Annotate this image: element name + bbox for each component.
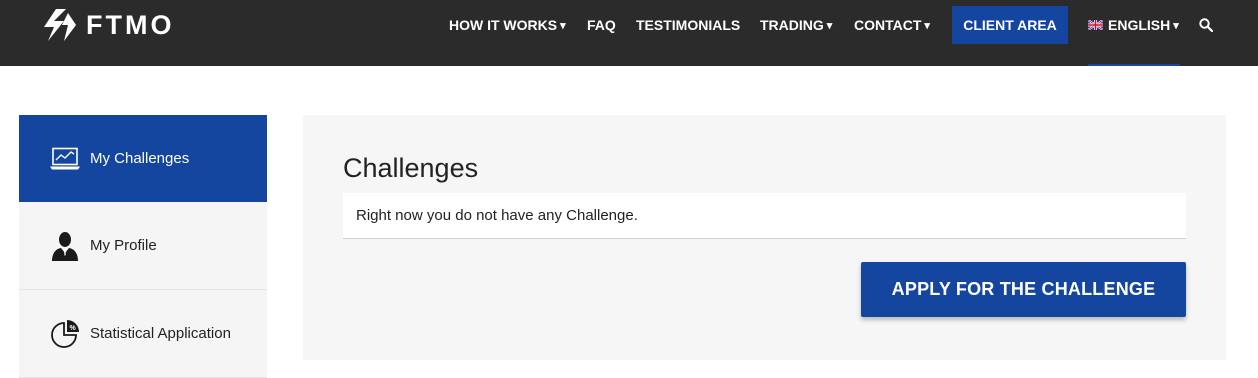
chevron-down-icon: ▾ xyxy=(924,19,930,32)
search-button[interactable] xyxy=(1199,6,1213,44)
apply-for-challenge-button[interactable]: APPLY FOR THE CHALLENGE xyxy=(861,262,1186,317)
user-icon xyxy=(49,230,81,262)
sidebar-item-my-profile[interactable]: My Profile xyxy=(19,202,267,290)
sidebar-item-statistical-application[interactable]: % Statistical Application xyxy=(19,290,267,378)
nav-testimonials-label: TESTIMONIALS xyxy=(636,17,741,33)
language-active-underline xyxy=(1088,64,1180,66)
nav-how-it-works-label: HOW IT WORKS xyxy=(449,17,558,33)
language-label: ENGLISH xyxy=(1108,17,1171,33)
nav-how-it-works[interactable]: HOW IT WORKS ▾ xyxy=(449,6,566,44)
sidebar-item-label: My Challenges xyxy=(90,150,190,167)
nav-contact-label: CONTACT xyxy=(854,17,922,33)
nav-trading-label: TRADING xyxy=(760,17,824,33)
pie-chart-icon: % xyxy=(49,318,81,350)
challenges-panel: Challenges Right now you do not have any… xyxy=(303,115,1226,360)
chevron-down-icon: ▾ xyxy=(826,19,833,32)
nav-testimonials[interactable]: TESTIMONIALS xyxy=(636,6,740,44)
language-selector[interactable]: ENGLISH ▾ xyxy=(1088,6,1179,44)
sidebar-item-label: Statistical Application xyxy=(90,325,231,342)
logo-text: FTMO xyxy=(86,9,175,40)
nav-trading[interactable]: TRADING ▾ xyxy=(760,6,832,44)
svg-text:%: % xyxy=(70,325,77,332)
client-area-button[interactable]: CLIENT AREA xyxy=(952,6,1068,44)
nav-faq[interactable]: FAQ xyxy=(587,6,616,44)
sidebar-item-my-challenges[interactable]: My Challenges xyxy=(19,115,267,202)
page-title: Challenges xyxy=(343,153,479,183)
sidebar-item-label: My Profile xyxy=(90,237,157,254)
nav-contact[interactable]: CONTACT ▾ xyxy=(854,6,930,44)
search-icon xyxy=(1199,18,1213,32)
nav-faq-label: FAQ xyxy=(587,17,616,33)
chevron-down-icon: ▾ xyxy=(1173,19,1179,32)
ftmo-logo-icon xyxy=(44,9,76,41)
no-challenge-notice: Right now you do not have any Challenge. xyxy=(343,193,1186,239)
sidebar: My Challenges My Profile % Statistical A… xyxy=(19,115,267,378)
laptop-chart-icon xyxy=(49,143,81,175)
uk-flag-icon xyxy=(1088,20,1103,30)
top-navigation-bar: FTMO HOW IT WORKS ▾ FAQ TESTIMONIALS TRAD… xyxy=(0,0,1258,66)
chevron-down-icon: ▾ xyxy=(560,19,566,32)
ftmo-logo[interactable]: FTMO xyxy=(42,7,174,43)
